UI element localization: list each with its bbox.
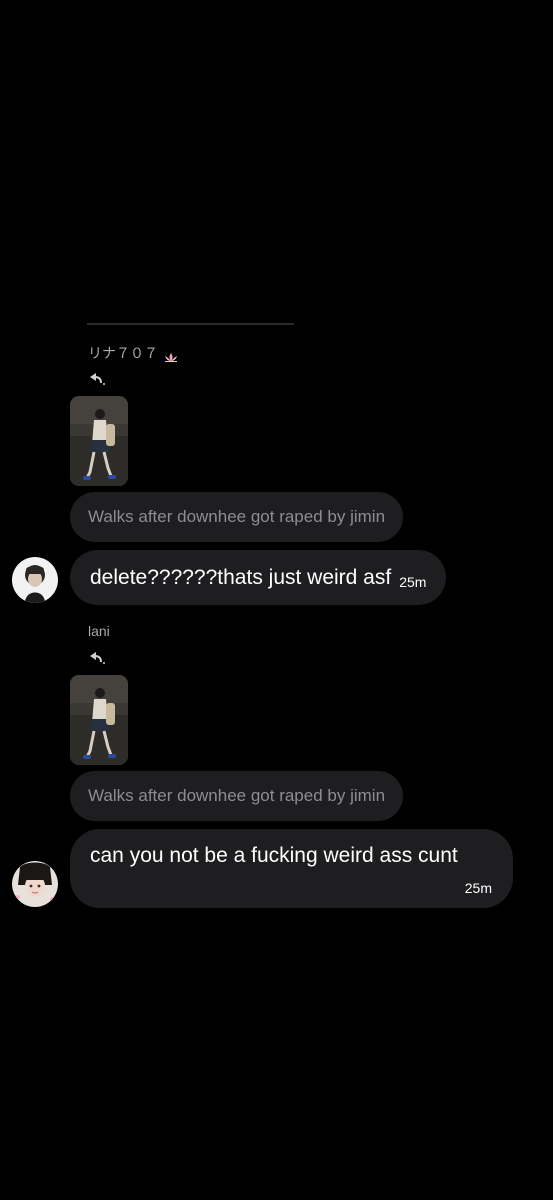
reply-arrow-icon[interactable] xyxy=(86,370,106,386)
message-bubble[interactable]: can you not be a fucking weird ass cunt … xyxy=(70,829,513,908)
sender-avatar[interactable] xyxy=(12,861,58,907)
attachment-thumbnail[interactable] xyxy=(70,675,128,765)
message-text: can you not be a fucking weird ass cunt xyxy=(90,844,458,867)
sender-avatar[interactable] xyxy=(12,557,58,603)
sender-name-text: lani xyxy=(88,623,110,639)
sender-name-text: リナ７０７ xyxy=(88,345,158,361)
message-timestamp: 25m xyxy=(399,574,427,590)
quoted-message[interactable]: Walks after downhee got raped by jimin xyxy=(70,771,404,821)
message-bubble[interactable]: delete??????thats just weird asf 25m xyxy=(70,550,447,605)
sender-name: リナ７０７ xyxy=(88,343,179,363)
divider-line xyxy=(87,323,294,325)
attachment-thumbnail[interactable] xyxy=(70,396,128,486)
lotus-emoji-icon xyxy=(163,349,179,363)
message-text: delete??????thats just weird asf xyxy=(90,566,392,589)
sender-name: lani xyxy=(88,623,110,639)
quoted-message[interactable]: Walks after downhee got raped by jimin xyxy=(70,492,404,542)
reply-arrow-icon[interactable] xyxy=(86,649,106,665)
message-timestamp: 25m xyxy=(464,880,492,896)
